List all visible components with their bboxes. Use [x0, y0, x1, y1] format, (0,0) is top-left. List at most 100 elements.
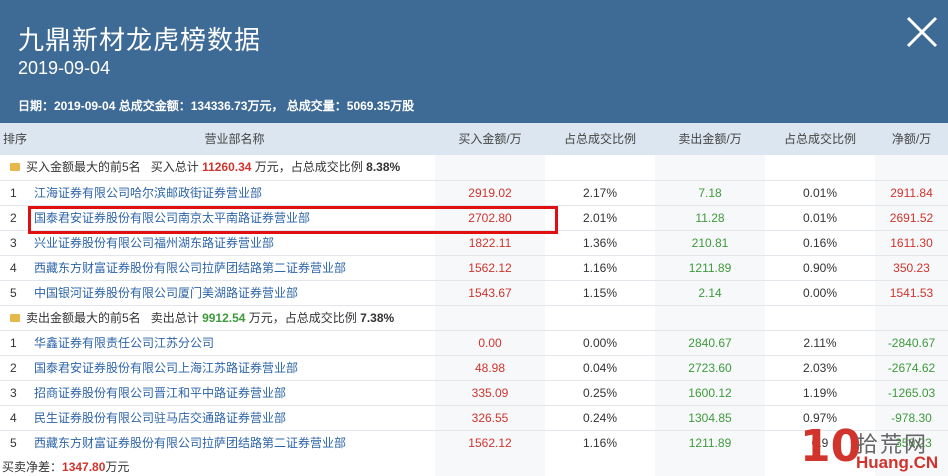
- sell-ratio: 2.03%: [802, 361, 838, 375]
- folder-icon: [10, 313, 20, 322]
- branch-link[interactable]: 兴业证券股份有限公司福州湖东路证券营业部: [30, 231, 435, 256]
- buy-amount: 1562.12: [468, 261, 512, 275]
- branch-link[interactable]: 西藏东方财富证券股份有限公司拉萨团结路第二证券营业部: [30, 256, 435, 281]
- header-buy-amount[interactable]: 买入金额/万: [435, 123, 545, 155]
- branch-link[interactable]: 江海证券有限公司哈尔滨邮政街证券营业部: [30, 181, 435, 206]
- buy-amount: 48.98: [474, 361, 506, 375]
- buy-group-summary: 买入金额最大的前5名 买入总计 11260.34 万元，占总成交比例 8.38%: [0, 155, 948, 180]
- sell-amount: 1211.89: [688, 261, 732, 275]
- sell-ratio: 0.90%: [802, 261, 838, 275]
- table-row: 4 西藏东方财富证券股份有限公司拉萨团结路第二证券营业部 1562.12 1.1…: [0, 255, 948, 280]
- folder-icon: [10, 162, 20, 171]
- buy-ratio: 0.24%: [582, 411, 618, 425]
- sell-amount: 1304.85: [688, 411, 732, 425]
- net-amount: 2691.52: [889, 211, 934, 225]
- row-rank: 3: [10, 386, 17, 400]
- sell-group-summary: 卖出金额最大的前5名 卖出总计 9912.54 万元，占总成交比例 7.38%: [0, 306, 948, 331]
- row-rank: 3: [10, 236, 17, 250]
- table-row: 2 国泰君安证券股份有限公司上海江苏路证券营业部 48.98 0.04% 272…: [0, 355, 948, 380]
- row-rank: 2: [10, 361, 17, 375]
- buy-total-value: 11260.34: [202, 160, 252, 174]
- buy-group-label: 买入金额最大的前5名: [26, 160, 141, 174]
- row-rank: 4: [10, 261, 17, 275]
- row-rank: 1: [10, 336, 17, 350]
- buy-amount: 335.09: [471, 386, 509, 400]
- sell-ratio: 0.01%: [802, 186, 838, 200]
- buy-ratio: 2.01%: [582, 211, 618, 225]
- sell-total-ratio: 7.38%: [360, 311, 395, 325]
- row-rank: 2: [10, 211, 17, 225]
- table-row: 3 招商证券股份有限公司晋江和平中路证券营业部 335.09 0.25% 160…: [0, 380, 948, 405]
- sell-amount: 210.81: [691, 236, 729, 250]
- sell-ratio: 2.11%: [803, 336, 837, 350]
- header-rank[interactable]: 排序: [0, 123, 30, 155]
- buy-ratio: 2.17%: [582, 186, 618, 200]
- buy-ratio: 1.15%: [582, 286, 618, 300]
- highlight-box: [28, 206, 558, 234]
- sell-group-header: 卖出金额最大的前5名 卖出总计 9912.54 万元，占总成交比例 7.38%: [0, 305, 948, 330]
- table-row: 1 华鑫证券有限责任公司江苏分公司 0.00 0.00% 2840.67 2.1…: [0, 330, 948, 355]
- net-difference-unit: 万元: [105, 460, 130, 474]
- branch-link[interactable]: 民生证券股份有限公司驻马店交通路证券营业部: [30, 406, 435, 431]
- buy-amount: 0.00: [478, 336, 502, 350]
- sell-amount: 7.18: [698, 186, 722, 200]
- sell-ratio: 0.16%: [802, 236, 838, 250]
- header-sell-ratio[interactable]: 占总成交比例: [765, 123, 875, 155]
- page-title: 九鼎新材龙虎榜数据: [18, 26, 262, 56]
- buy-amount: 326.55: [471, 411, 509, 425]
- net-difference-label: 买卖净差：: [2, 460, 63, 474]
- row-rank: 5: [10, 436, 17, 450]
- trading-summary: 日期：2019-09-04 总成交金额：134336.73万元， 总成交量：50…: [18, 99, 415, 113]
- table-row: 5 中国银河证券股份有限公司厦门美湖路证券营业部 1543.67 1.15% 2…: [0, 280, 948, 305]
- header-net-amount[interactable]: 净额/万: [875, 123, 948, 155]
- buy-ratio: 0.00%: [582, 336, 618, 350]
- page-date: 2019-09-04: [18, 58, 111, 78]
- buy-ratio: 1.36%: [582, 236, 618, 250]
- header-sell-amount[interactable]: 卖出金额/万: [655, 123, 765, 155]
- table-header: 排序 营业部名称 买入金额/万 占总成交比例 卖出金额/万 占总成交比例 净额/…: [0, 123, 948, 155]
- header-branch-name[interactable]: 营业部名称: [30, 123, 435, 155]
- buy-amount: 1822.11: [468, 236, 512, 250]
- sell-amount: 1211.89: [688, 436, 732, 450]
- watermark-logo: 10: [800, 421, 862, 472]
- close-button[interactable]: [904, 14, 940, 50]
- header-buy-ratio[interactable]: 占总成交比例: [545, 123, 655, 155]
- sell-amount: 11.28: [695, 211, 725, 225]
- sell-total-unit: 万元，占总成交比例: [248, 311, 357, 325]
- sell-amount: 1600.12: [688, 386, 732, 400]
- branch-link[interactable]: 中国银河证券股份有限公司厦门美湖路证券营业部: [30, 281, 435, 306]
- net-amount: -2840.67: [887, 336, 936, 350]
- sell-total-value: 9912.54: [202, 311, 246, 325]
- buy-amount: 2919.02: [468, 186, 512, 200]
- sell-amount: 2.14: [698, 286, 722, 300]
- net-amount: 2911.84: [890, 186, 933, 200]
- branch-link[interactable]: 国泰君安证券股份有限公司上海江苏路证券营业部: [30, 356, 435, 381]
- net-difference-value: 1347.80: [62, 460, 106, 474]
- branch-link[interactable]: 招商证券股份有限公司晋江和平中路证券营业部: [30, 381, 435, 406]
- net-amount: -1265.03: [887, 386, 936, 400]
- row-rank: 4: [10, 411, 17, 425]
- sell-ratio: 0.00%: [802, 286, 838, 300]
- watermark-en: Huang.CN: [856, 453, 939, 472]
- buy-total-label: 买入总计: [150, 160, 199, 174]
- row-rank: 5: [10, 286, 17, 300]
- buy-total-unit: 万元，占总成交比例: [254, 160, 363, 174]
- close-icon[interactable]: [904, 14, 940, 50]
- dialog-header: 九鼎新材龙虎榜数据 2019-09-04 日期：2019-09-04 总成交金额…: [0, 0, 948, 123]
- net-amount: -2674.62: [887, 361, 936, 375]
- table-row: 1 江海证券有限公司哈尔滨邮政街证券营业部 2919.02 2.17% 7.18…: [0, 180, 948, 205]
- sell-amount: 2723.60: [688, 361, 732, 375]
- sell-group-label: 卖出金额最大的前5名: [26, 311, 141, 325]
- buy-ratio: 1.16%: [582, 436, 618, 450]
- net-difference: 买卖净差：1347.80万元: [2, 458, 129, 475]
- sell-amount: 2840.67: [688, 336, 732, 350]
- net-amount: 350.23: [893, 261, 930, 275]
- branch-link[interactable]: 西藏东方财富证券股份有限公司拉萨团结路第二证券营业部: [30, 431, 435, 456]
- buy-ratio: 1.16%: [582, 261, 618, 275]
- net-amount: 1611.30: [890, 236, 933, 250]
- branch-link[interactable]: 华鑫证券有限责任公司江苏分公司: [30, 331, 435, 356]
- buy-ratio: 0.04%: [582, 361, 618, 375]
- sell-ratio: 0.01%: [802, 211, 838, 225]
- buy-amount: 1543.67: [468, 286, 512, 300]
- net-amount: 1541.53: [889, 286, 934, 300]
